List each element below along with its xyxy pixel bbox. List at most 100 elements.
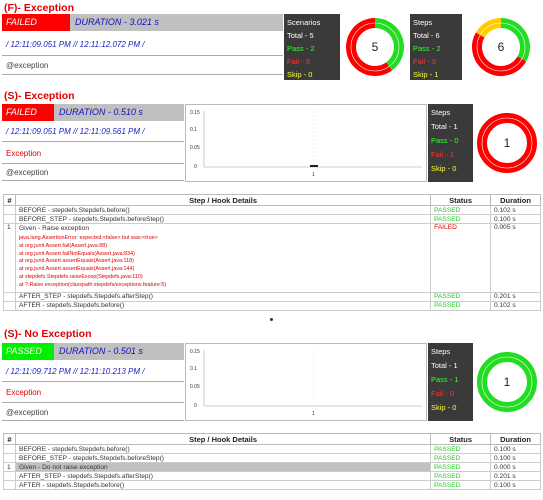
row-detail: Given - Raise exception — [18, 225, 89, 232]
row-detail: Given - Do not raise exception — [14, 462, 432, 472]
row-status: PASSED — [430, 471, 492, 481]
col-duration-header: Duration — [490, 194, 541, 206]
row-detail: BEFORE_STEP - stepdefs.Stepdefs.beforeSt… — [14, 453, 432, 463]
row-num — [3, 214, 16, 224]
row-duration: 0.000 s — [490, 462, 541, 472]
donut-center-label: 1 — [504, 136, 511, 150]
stats-skip: Skip - 1 — [413, 70, 439, 79]
trace-line: at org.junit.Assert.fail(Assert.java:88) — [18, 242, 108, 249]
row-detail: AFTER_STEP - stepdefs.Stepdefs.afterStep… — [14, 291, 432, 302]
steps-donut: 1 — [477, 352, 537, 412]
steps-table: # Step / Hook Details Status Duration BE… — [3, 194, 541, 311]
table-row: BEFORE - stepdefs.Stepdefs.before() PASS… — [3, 444, 541, 454]
scenario-tag: @exception — [6, 408, 49, 417]
donut-slice-fail — [346, 18, 393, 76]
steps-table: # Step / Hook Details Status Duration BE… — [3, 433, 541, 490]
col-num-header: # — [3, 433, 16, 445]
row-status: PASSED — [430, 300, 492, 311]
row-duration: 0.201 s — [490, 471, 541, 481]
y-tick-label: 0.15 — [190, 110, 200, 116]
row-status: PASSED — [430, 214, 492, 224]
scenario-time: / 12:11:09.051 PM // 12:11:09.561 PM / — [6, 127, 145, 136]
trace-line: at org.junit.Assert.assertEquals(Assert.… — [18, 266, 135, 273]
y-tick-label: 0 — [194, 164, 197, 170]
col-status-header: Status — [430, 433, 492, 445]
table-row: BEFORE - stepdefs.Stepdefs.before() PASS… — [3, 205, 541, 215]
divider — [2, 141, 184, 142]
trace-line: at org.junit.Assert.failNotEquals(Assert… — [18, 250, 135, 257]
duration-chart: 0.15 0.1 0.05 0 1 — [185, 104, 427, 182]
stats-fail: Fail - 3 — [287, 57, 310, 66]
scenario-duration: DURATION - 0.510 s — [54, 104, 184, 121]
duration-chart-svg: 0.15 0.1 0.05 0 1 — [190, 349, 422, 417]
row-num — [3, 480, 16, 490]
feature-time: / 12:11:09.051 PM // 12:11:12.072 PM / — [6, 40, 145, 49]
row-num — [3, 444, 16, 454]
table-row: AFTER - stepdefs.Stepdefs.before() PASSE… — [3, 300, 541, 311]
trace-line: java.lang.AssertionError: expected:<fals… — [18, 235, 158, 241]
stats-pass: Pass - 0 — [431, 136, 459, 145]
trace-line: at ?.Raise exception(classpath:stepdefs/… — [18, 281, 167, 288]
stats-header: Steps — [431, 108, 451, 117]
stats-total: Total - 5 — [287, 31, 314, 40]
feature-title: (F)- Exception — [4, 2, 74, 14]
table-row: AFTER - stepdefs.Stepdefs.before() PASSE… — [3, 480, 541, 490]
stats-skip: Skip - 0 — [287, 70, 313, 79]
row-duration: 0.102 s — [490, 300, 541, 311]
row-num: 1 — [3, 223, 16, 293]
row-status: PASSED — [430, 291, 492, 302]
scenario-status-badge: FAILED — [2, 104, 54, 121]
stats-pass: Pass - 1 — [431, 375, 459, 384]
divider — [2, 180, 184, 181]
feature-tag: @exception — [6, 61, 49, 70]
stats-pass: Pass - 2 — [287, 44, 315, 53]
table-row: AFTER_STEP - stepdefs.Stepdefs.afterStep… — [3, 471, 541, 481]
row-num — [3, 291, 16, 302]
col-detail-header: Step / Hook Details — [14, 194, 432, 206]
stats-header: Scenarios — [287, 18, 321, 27]
scenarios-donut: 5 — [346, 18, 404, 76]
stack-trace: java.lang.AssertionError: expected:<fals… — [16, 233, 430, 292]
donut-slice-skip — [475, 18, 502, 38]
y-tick-label: 0 — [194, 403, 197, 409]
row-detail: BEFORE - stepdefs.Stepdefs.before() — [14, 444, 432, 454]
stats-skip: Skip - 0 — [431, 164, 457, 173]
divider — [2, 402, 184, 403]
row-duration: 0.100 s — [490, 480, 541, 490]
table-row: 1 Given - Do not raise exception PASSED … — [3, 462, 541, 472]
row-num — [3, 471, 16, 481]
stats-total: Total - 1 — [431, 361, 458, 370]
chart-bar — [310, 165, 318, 167]
row-num — [3, 300, 16, 311]
x-tick-label: 1 — [312, 172, 315, 178]
stats-total: Total - 1 — [431, 122, 458, 131]
scenario-time: / 12:11:09.712 PM // 12:11:10.213 PM / — [6, 367, 145, 376]
row-status: PASSED — [430, 453, 492, 463]
stats-fail: Fail - 1 — [431, 150, 454, 159]
row-detail-cell: Given - Raise exception java.lang.Assert… — [14, 223, 432, 293]
feature-duration: DURATION - 3.021 s — [70, 14, 283, 31]
divider — [2, 74, 283, 75]
separator-dot — [270, 318, 273, 321]
row-status: PASSED — [430, 480, 492, 490]
donut-slice-pass — [500, 18, 530, 62]
steps-stats: Steps Total - 1 Pass - 1 Fail - 0 Skip -… — [428, 343, 473, 421]
steps-donut: 6 — [472, 18, 530, 76]
stats-header: Steps — [413, 18, 433, 27]
scenario-title: (S)- Exception — [4, 90, 75, 102]
divider — [2, 381, 184, 382]
y-tick-label: 0.1 — [190, 127, 197, 133]
row-duration: 0.201 s — [490, 291, 541, 302]
row-duration: 0.100 s — [490, 444, 541, 454]
row-num — [3, 205, 16, 215]
stats-total: Total - 6 — [413, 31, 440, 40]
y-tick-label: 0.1 — [190, 366, 197, 372]
y-tick-label: 0.05 — [190, 384, 200, 390]
stats-header: Steps — [431, 347, 451, 356]
row-duration: 0.100 s — [490, 214, 541, 224]
stats-pass: Pass - 2 — [413, 44, 441, 53]
row-detail: BEFORE_STEP - stepdefs.Stepdefs.beforeSt… — [14, 214, 432, 224]
table-row: BEFORE_STEP - stepdefs.Stepdefs.beforeSt… — [3, 453, 541, 463]
row-detail: AFTER - stepdefs.Stepdefs.before() — [14, 300, 432, 311]
row-status: PASSED — [430, 444, 492, 454]
